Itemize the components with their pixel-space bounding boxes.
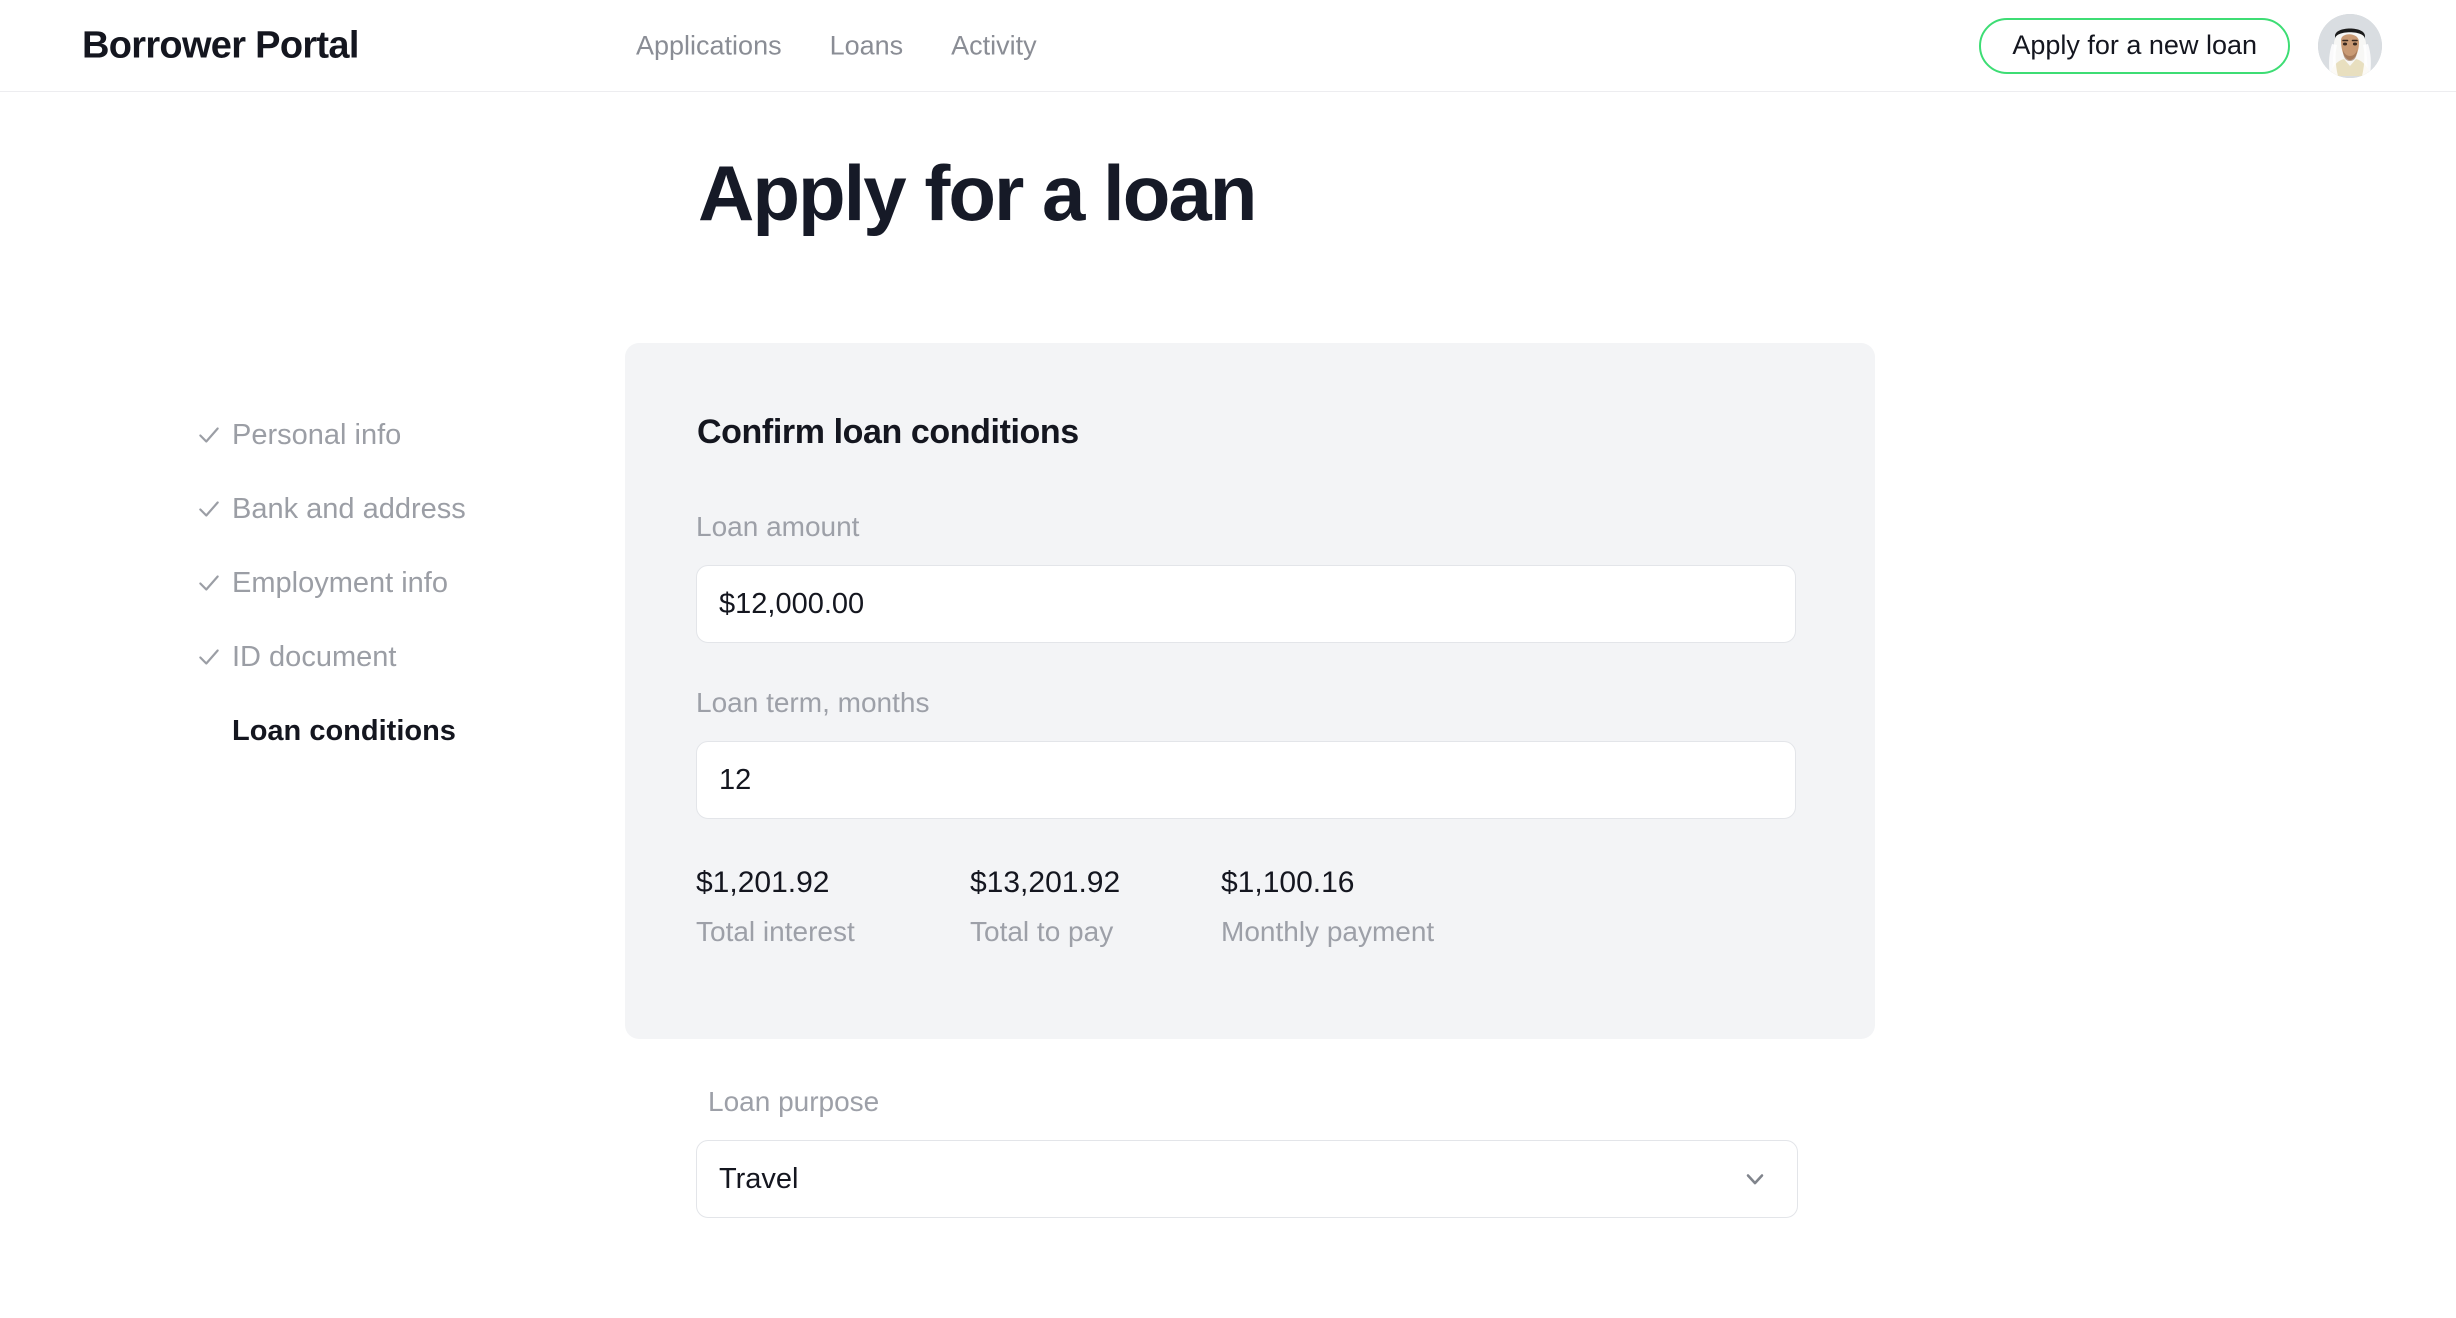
application-stepper: Personal info Bank and address Employmen… (196, 398, 576, 768)
page-title: Apply for a loan (698, 149, 1257, 237)
summary-value: $13,201.92 (970, 866, 1121, 899)
apply-for-new-loan-button[interactable]: Apply for a new loan (1979, 17, 2290, 74)
loan-purpose-selected-value: Travel (719, 1162, 799, 1195)
stepper-item-id-document[interactable]: ID document (196, 620, 576, 694)
check-icon (196, 644, 232, 670)
loan-purpose-label: Loan purpose (708, 1086, 880, 1117)
summary-total-interest: $1,201.92 Total interest (696, 868, 970, 946)
main-nav: Applications Loans Activity (636, 32, 1037, 59)
stepper-item-bank-and-address[interactable]: Bank and address (196, 472, 576, 546)
loan-amount-label: Loan amount (696, 511, 860, 542)
chevron-down-icon[interactable] (1741, 1165, 1769, 1193)
stepper-item-employment-info[interactable]: Employment info (196, 546, 576, 620)
top-header: Borrower Portal Applications Loans Activ… (0, 0, 2456, 92)
avatar[interactable] (2318, 13, 2382, 78)
loan-amount-input[interactable]: $12,000.00 (696, 565, 1796, 643)
summary-value: $1,100.16 (1221, 866, 1355, 899)
loan-amount-field-group: Loan amount $12,000.00 (696, 511, 1796, 643)
nav-item-applications[interactable]: Applications (636, 32, 782, 59)
stepper-item-loan-conditions[interactable]: Loan conditions (196, 694, 576, 768)
summary-value: $1,201.92 (696, 866, 830, 899)
check-icon (196, 496, 232, 522)
loan-purpose-field-group: Loan purpose Travel (696, 1086, 1798, 1218)
check-icon (196, 422, 232, 448)
loan-term-input[interactable]: 12 (696, 741, 1796, 819)
stepper-item-personal-info[interactable]: Personal info (196, 398, 576, 472)
loan-term-field-group: Loan term, months 12 (696, 687, 1796, 819)
summary-caption: Total interest (696, 916, 855, 947)
loan-purpose-select[interactable]: Travel (696, 1140, 1798, 1218)
stepper-item-label: ID document (232, 640, 397, 673)
summary-total-to-pay: $13,201.92 Total to pay (970, 868, 1221, 946)
stepper-item-label: Employment info (232, 566, 448, 599)
loan-conditions-card: Confirm loan conditions Loan amount $12,… (625, 343, 1875, 1039)
card-title: Confirm loan conditions (697, 413, 1079, 451)
stepper-item-label: Bank and address (232, 492, 466, 525)
summary-monthly-payment: $1,100.16 Monthly payment (1221, 868, 1434, 946)
loan-summary: $1,201.92 Total interest $13,201.92 Tota… (696, 868, 1434, 946)
brand-logo[interactable]: Borrower Portal (82, 24, 359, 67)
summary-caption: Monthly payment (1221, 916, 1435, 947)
loan-term-label: Loan term, months (696, 687, 930, 718)
nav-item-activity[interactable]: Activity (951, 32, 1037, 59)
check-icon (196, 570, 232, 596)
stepper-item-label: Loan conditions (232, 714, 456, 747)
nav-item-loans[interactable]: Loans (830, 32, 904, 59)
summary-caption: Total to pay (970, 916, 1114, 947)
stepper-item-label: Personal info (232, 418, 402, 451)
